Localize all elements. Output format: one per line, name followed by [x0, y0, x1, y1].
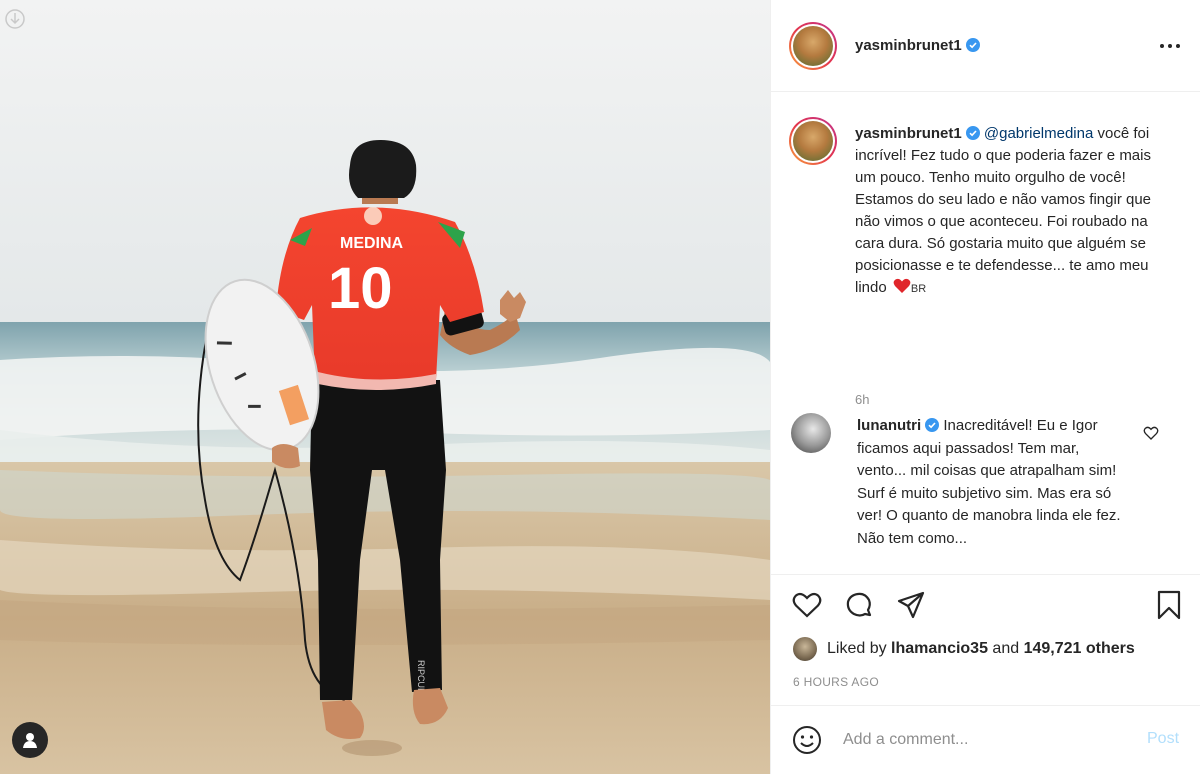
caption-text: yasminbrunet1 @gabrielmedina você foi in…: [855, 123, 1175, 300]
post-sidebar: yasminbrunet1 yasminbrunet1 @gabrielmedi…: [770, 0, 1200, 774]
post-comment-button[interactable]: Post: [1147, 730, 1179, 748]
liker-username[interactable]: lhamancio35: [891, 640, 988, 657]
comment-icon[interactable]: [843, 589, 875, 621]
post-photo[interactable]: RIPCURL MEDINA 10: [0, 0, 770, 774]
comment-like-heart-icon[interactable]: [1143, 425, 1159, 441]
download-arrow-icon[interactable]: [4, 8, 26, 30]
red-heart-emoji-icon: [893, 278, 911, 294]
comment-body: Inacreditável! Eu e Igor ficamos aqui pa…: [857, 417, 1121, 547]
caption-body: você foi incrível! Fez tudo o que poderi…: [855, 125, 1152, 296]
flag-emoji: BR: [910, 283, 927, 295]
add-comment-bar: Post: [771, 705, 1200, 774]
author-avatar[interactable]: [789, 22, 837, 70]
post-header: yasminbrunet1: [771, 0, 1200, 92]
tagged-people-button[interactable]: [12, 722, 48, 758]
verified-badge-icon: [965, 38, 980, 52]
post-timestamp[interactable]: 6 HOURS AGO: [793, 675, 879, 689]
verified-badge-icon: [925, 417, 940, 432]
author-username[interactable]: yasminbrunet1: [855, 37, 980, 54]
jersey-name: MEDINA: [340, 235, 404, 252]
caption-avatar[interactable]: [789, 117, 837, 165]
commenter-avatar[interactable]: [791, 413, 831, 453]
caption-username[interactable]: yasminbrunet1: [855, 125, 962, 142]
post-actions: Liked by lhamancio35 and 149,721 others …: [771, 574, 1200, 704]
verified-badge-icon: [965, 125, 980, 140]
likes-others-link[interactable]: 149,721 others: [1024, 640, 1135, 657]
comment-input[interactable]: [843, 726, 1123, 754]
liker-avatar[interactable]: [793, 637, 817, 661]
photo-image: RIPCURL MEDINA 10: [0, 0, 770, 774]
commenter-username[interactable]: lunanutri: [857, 417, 921, 434]
jersey-number: 10: [328, 256, 393, 321]
likes-summary: Liked by lhamancio35 and 149,721 others: [793, 637, 1135, 661]
comments-list[interactable]: yasminbrunet1 @gabrielmedina você foi in…: [771, 93, 1200, 573]
more-options-icon[interactable]: [1157, 34, 1183, 58]
person-icon: [20, 730, 40, 750]
save-icon[interactable]: [1153, 589, 1185, 621]
mention-link[interactable]: @gabrielmedina: [984, 125, 1093, 142]
emoji-smiley-icon[interactable]: [791, 724, 823, 756]
caption-timestamp[interactable]: 6h: [855, 392, 869, 407]
share-icon[interactable]: [895, 589, 927, 621]
comment-text: lunanutri Inacreditável! Eu e Igor ficam…: [857, 415, 1122, 550]
heart-icon[interactable]: [791, 589, 823, 621]
likes-text: Liked by lhamancio35 and 149,721 others: [827, 640, 1135, 657]
